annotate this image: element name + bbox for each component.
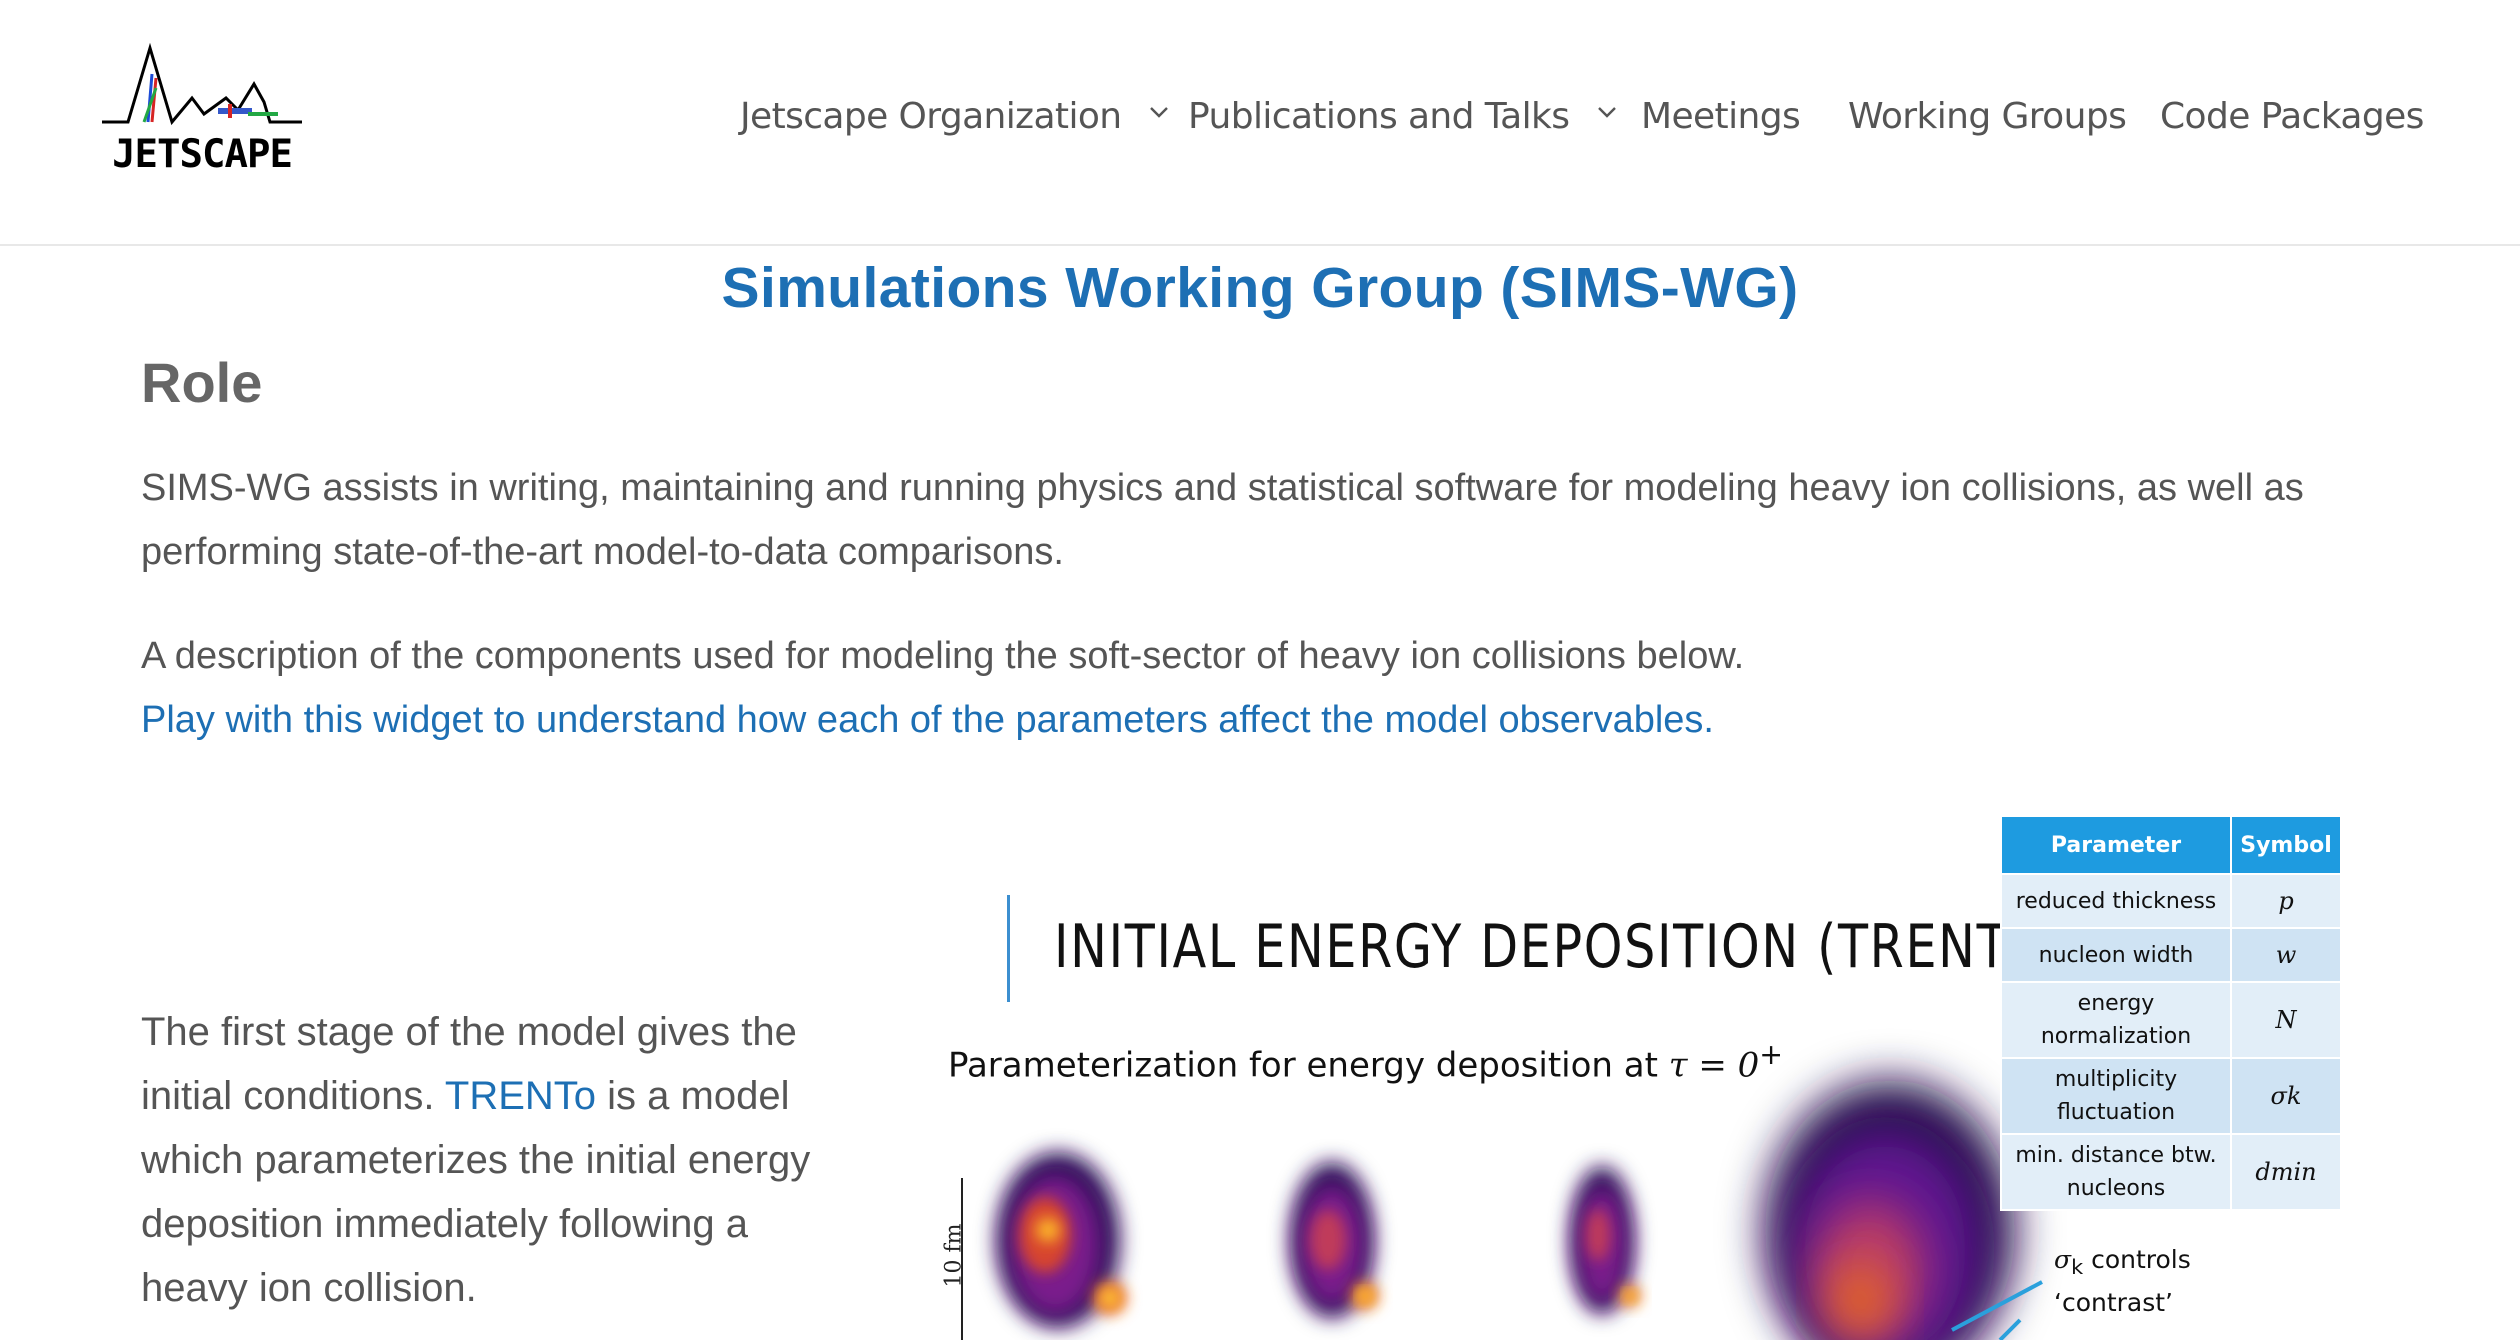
- nav-meetings[interactable]: Meetings: [1641, 96, 1801, 137]
- table-row: nucleon width w: [2000, 927, 2342, 983]
- widget-link[interactable]: Play with this widget to understand how …: [141, 699, 1714, 741]
- trento-link[interactable]: TRENTo: [445, 1074, 596, 1118]
- density-blob-1: [996, 1152, 1127, 1328]
- header-parameter: Parameter: [2000, 815, 2232, 875]
- table-row: multiplicity fluctuation σk: [2000, 1057, 2342, 1135]
- table-header-row: Parameter Symbol: [2000, 815, 2342, 875]
- param-symbol: dmin: [2230, 1133, 2342, 1211]
- nav-label: Meetings: [1641, 96, 1801, 137]
- table-row: energy normalization N: [2000, 981, 2342, 1059]
- nav-label: Jetscape Organization: [740, 96, 1122, 137]
- logo-mountain-icon: [102, 42, 302, 126]
- param-symbol: w: [2230, 927, 2342, 983]
- header-symbol: Symbol: [2230, 815, 2342, 875]
- density-blob-4: [1765, 1080, 2015, 1340]
- stage-paragraph: The first stage of the model gives the i…: [141, 1000, 841, 1320]
- chevron-down-icon[interactable]: [1147, 100, 1171, 124]
- description-text: A description of the components used for…: [141, 635, 1745, 677]
- density-blob-3: [1570, 1166, 1641, 1314]
- annot-text: controls: [2083, 1245, 2191, 1274]
- role-paragraph: SIMS-WG assists in writing, maintaining …: [141, 467, 2304, 573]
- parameter-table: Parameter Symbol reduced thickness p nuc…: [2000, 815, 2342, 1211]
- description-paragraph: A description of the components used for…: [141, 624, 2421, 752]
- param-name: reduced thickness: [2000, 873, 2232, 929]
- site-header: JETSCAPE Jetscape Organization Publicati…: [0, 0, 2520, 246]
- annot-line2: ‘contrast’: [2054, 1288, 2174, 1317]
- param-symbol: σk: [2230, 1057, 2342, 1135]
- annot-sub: k: [2071, 1255, 2084, 1279]
- nav-jetscape-organization[interactable]: Jetscape Organization: [740, 96, 1171, 137]
- density-blob-2: [1290, 1162, 1379, 1318]
- param-symbol: p: [2230, 873, 2342, 929]
- nav-label: Publications and Talks: [1188, 96, 1570, 137]
- param-name: min. distance btw. nucleons: [2000, 1133, 2232, 1211]
- nav-publications-and-talks[interactable]: Publications and Talks: [1188, 96, 1619, 137]
- table-row: reduced thickness p: [2000, 873, 2342, 929]
- nav-code-packages[interactable]: Code Packages: [2160, 96, 2424, 137]
- role-heading: Role: [141, 351, 263, 414]
- table-row: min. distance btw. nucleons dmin: [2000, 1133, 2342, 1211]
- nav-label: Working Groups: [1848, 96, 2127, 137]
- sigma-annotation: σk controls ‘contrast’: [2054, 1242, 2191, 1321]
- chevron-down-icon[interactable]: [1595, 100, 1619, 124]
- annot-symbol: σ: [2054, 1245, 2072, 1274]
- jetscape-logo[interactable]: JETSCAPE: [98, 42, 306, 177]
- nav-label: Code Packages: [2160, 96, 2424, 137]
- nav-working-groups[interactable]: Working Groups: [1848, 96, 2127, 137]
- logo-text: JETSCAPE: [112, 132, 293, 177]
- param-name: multiplicity fluctuation: [2000, 1057, 2232, 1135]
- param-name: energy normalization: [2000, 981, 2232, 1059]
- annotation-arrow-2: [1998, 1318, 2022, 1340]
- param-symbol: N: [2230, 981, 2342, 1059]
- page-title: Simulations Working Group (SIMS-WG): [721, 256, 1799, 320]
- param-name: nucleon width: [2000, 927, 2232, 983]
